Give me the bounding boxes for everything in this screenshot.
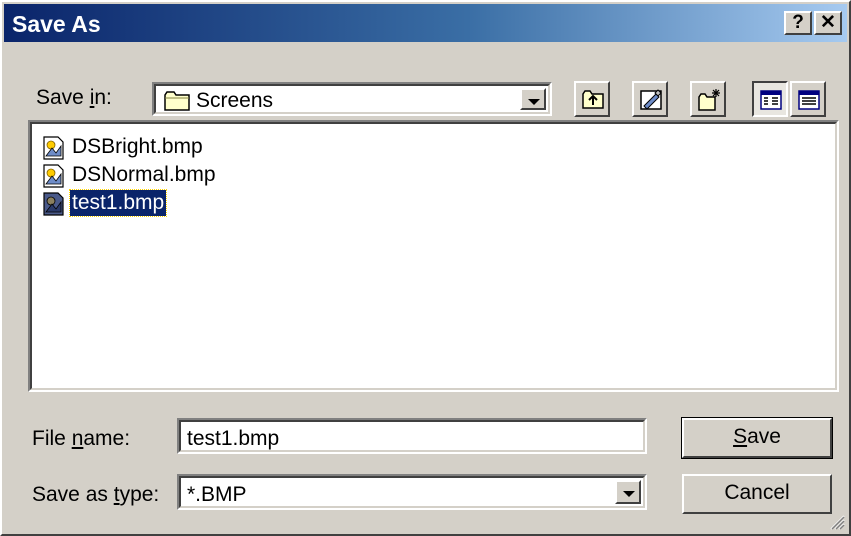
new-folder-button[interactable]: [690, 81, 726, 117]
new-folder-icon: [698, 89, 720, 111]
file-list[interactable]: DSBright.bmp DSNormal.bmp test1.bmp: [28, 120, 839, 392]
folder-icon: [164, 90, 192, 117]
save-as-dialog: Save As ? ✕ Save in: Screens DSBright.bm…: [0, 0, 851, 536]
bitmap-file-icon: [43, 192, 64, 216]
file-name-value: test1.bmp: [187, 427, 280, 450]
up-one-level-button[interactable]: [574, 81, 610, 117]
file-name-input[interactable]: test1.bmp: [177, 418, 647, 454]
file-name-label: DSBright.bmp: [72, 135, 203, 158]
chevron-down-icon: [623, 491, 635, 497]
save-as-type-value: *.BMP: [187, 483, 247, 506]
save-as-type-label: Save as type:: [32, 483, 160, 506]
save-as-type-dropdown-button[interactable]: [615, 480, 641, 504]
save-in-label: Save in:: [36, 86, 112, 109]
up-folder-icon: [582, 90, 604, 109]
desktop-button[interactable]: [632, 81, 668, 117]
list-view-button[interactable]: [752, 81, 788, 117]
help-button[interactable]: ?: [784, 11, 812, 35]
file-name-label: DSNormal.bmp: [72, 163, 216, 186]
save-button[interactable]: Save: [681, 417, 833, 459]
desktop-icon: [640, 89, 662, 110]
details-view-icon: [798, 90, 820, 110]
save-in-combobox[interactable]: Screens: [152, 82, 552, 116]
cancel-button[interactable]: Cancel: [682, 474, 832, 514]
list-view-icon: [760, 90, 782, 110]
file-name-label: test1.bmp: [68, 189, 168, 217]
title-bar[interactable]: Save As ? ✕: [4, 4, 847, 42]
file-name-label: File name:: [32, 427, 131, 450]
dialog-title: Save As: [12, 11, 101, 37]
close-button[interactable]: ✕: [814, 11, 842, 35]
save-as-type-combobox[interactable]: *.BMP: [177, 474, 647, 510]
save-in-dropdown-button[interactable]: [520, 88, 546, 110]
details-view-button[interactable]: [790, 81, 826, 117]
save-in-value: Screens: [196, 89, 274, 112]
bitmap-file-icon: [43, 136, 64, 160]
chevron-down-icon: [528, 99, 540, 105]
resize-grip-icon[interactable]: [827, 512, 845, 530]
file-list-inner: DSBright.bmp DSNormal.bmp test1.bmp: [30, 122, 837, 390]
bitmap-file-icon: [43, 164, 64, 188]
